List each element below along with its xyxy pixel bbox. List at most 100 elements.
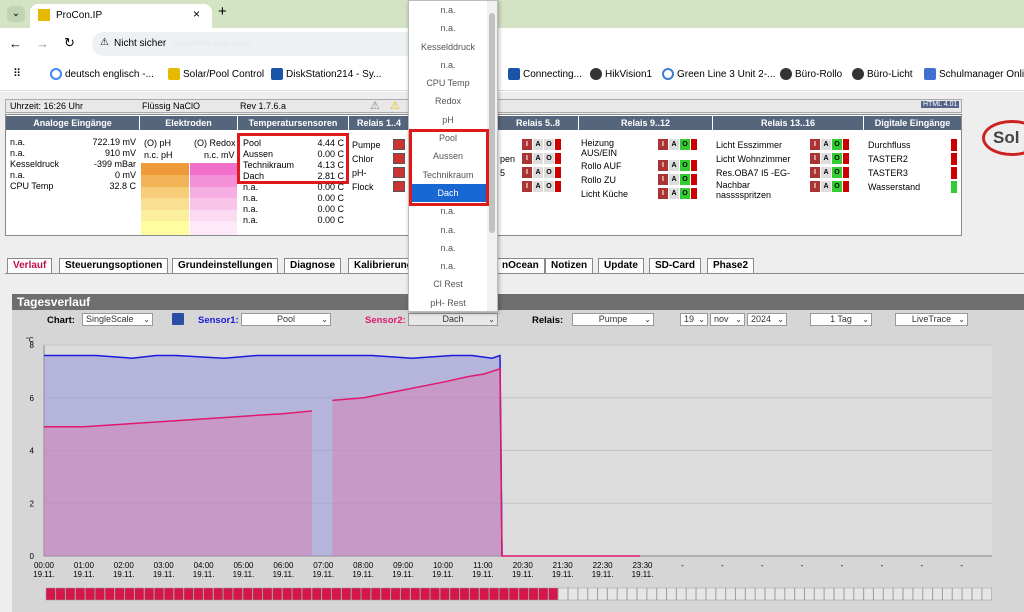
digital-led — [951, 153, 957, 165]
dropdown-option[interactable]: n.a. — [409, 257, 487, 275]
mode-select[interactable]: LiveTrace ⌄ — [895, 313, 968, 326]
relais-switch[interactable]: IAO — [522, 181, 566, 192]
dropdown-option[interactable]: Kesselddruck — [409, 38, 487, 56]
x-tick-label: - — [881, 561, 884, 570]
dropdown-option[interactable]: n.a. — [409, 221, 487, 239]
relais-switch[interactable]: IAO — [810, 139, 854, 150]
tab-sd-card[interactable]: SD-Card — [649, 258, 702, 274]
dropdown-option[interactable]: Cl Rest — [409, 275, 487, 293]
bookmark-5[interactable]: Green Line 3 Unit 2-... — [662, 68, 775, 80]
dropdown-option[interactable]: n.a. — [409, 56, 487, 74]
dropdown-option[interactable]: pH — [409, 111, 487, 129]
relais-switch[interactable]: IAO — [810, 167, 854, 178]
relais-switch[interactable]: IAO — [522, 153, 566, 164]
relais9-header: Relais 9..12 — [579, 116, 712, 130]
bookmark-3[interactable]: Connecting... — [508, 68, 582, 80]
relais-timeline-cell — [755, 587, 766, 601]
x-tick-label: 07:00 — [313, 561, 334, 570]
y-axis-label: °C — [26, 336, 34, 344]
bookmark-8[interactable]: Schulmanager Online — [924, 68, 1024, 80]
tab-notizen[interactable]: Notizen — [545, 258, 594, 274]
tab-phase2[interactable]: Phase2 — [707, 258, 755, 274]
day-select[interactable]: 19 ⌄ — [680, 313, 708, 326]
tab-grundeinstellungen[interactable]: Grundeinstellungen — [172, 258, 279, 274]
dropdown-option[interactable]: n.a. — [409, 1, 487, 19]
bookmark-0[interactable]: deutsch englisch -... — [50, 68, 154, 80]
x-tick-label: 08:00 — [353, 561, 374, 570]
temp-row: n.a. 0.00 C — [243, 215, 344, 225]
relais-switch[interactable]: IAO — [658, 174, 702, 185]
relais-timeline-cell — [282, 587, 293, 601]
relais-timeline-cell — [883, 587, 894, 601]
relais-switch[interactable]: IAO — [522, 139, 566, 150]
bookmark-7[interactable]: Büro-Licht — [852, 68, 913, 80]
tab-enocean[interactable]: nOcean — [496, 258, 545, 274]
relais-switch[interactable] — [393, 139, 405, 150]
relais-switch[interactable]: IAO — [658, 160, 702, 171]
relais-timeline-cell — [370, 587, 381, 601]
analog-row: n.a. 0 mV — [10, 170, 136, 180]
relais-timeline-cell — [597, 587, 608, 601]
bookmark-4[interactable]: HikVision1 — [590, 68, 652, 80]
dropdown-option[interactable]: n.a. — [409, 239, 487, 257]
x-tick-date: 19.11. — [273, 570, 295, 579]
globe-icon — [852, 68, 864, 80]
forward-icon[interactable]: → — [36, 36, 49, 51]
dropdown-option[interactable]: pH- Rest — [409, 294, 487, 312]
dsm-icon — [508, 68, 520, 80]
relais-timeline-cell — [538, 587, 549, 601]
chart-select[interactable]: SingleScale ⌄ — [82, 313, 153, 326]
relais-switch[interactable] — [393, 153, 405, 164]
relais-timeline-cell — [75, 587, 86, 601]
sensor-dropdown-list[interactable]: n.a. n.a. Kesselddruck n.a. CPU Temp Red… — [408, 0, 498, 312]
relais-switch[interactable]: IAO — [522, 167, 566, 178]
tab-steuerungsoptionen[interactable]: Steuerungsoptionen — [59, 258, 169, 274]
relais-select[interactable]: Pumpe ⌄ — [572, 313, 654, 326]
back-icon[interactable]: ← — [9, 36, 22, 51]
relais-timeline-cell — [420, 587, 430, 601]
relais1-label: Flock — [352, 182, 374, 192]
sensor1-select[interactable]: Pool ⌄ — [241, 313, 331, 326]
temp-row: n.a. 0.00 C — [243, 193, 344, 203]
browser-tab-active[interactable]: ProCon.IP × — [30, 4, 212, 28]
url-text: ··········· ····· ····· — [174, 38, 250, 49]
relais-switch[interactable] — [393, 181, 405, 192]
x-tick-label: - — [681, 561, 684, 570]
address-bar[interactable]: ⚠ Nicht sicher ··········· ····· ····· — [92, 32, 422, 56]
tab-diagnose[interactable]: Diagnose — [284, 258, 342, 274]
relais-switch[interactable]: IAO — [810, 153, 854, 164]
digital-led — [951, 139, 957, 151]
relais1-label: pH- — [352, 168, 367, 178]
save-icon[interactable] — [172, 313, 184, 325]
dropdown-option[interactable]: CPU Temp — [409, 74, 487, 92]
relais-timeline-cell — [972, 587, 982, 601]
range-select[interactable]: 1 Tag ⌄ — [810, 313, 872, 326]
relais-switch[interactable]: IAO — [658, 188, 702, 199]
analog-row: n.a. 910 mV — [10, 148, 136, 158]
relais-switch[interactable] — [393, 167, 405, 178]
x-tick-label: - — [801, 561, 804, 570]
warning-icon: ⚠ — [370, 100, 380, 112]
tab-search-button[interactable]: ⌄ — [7, 6, 25, 22]
bookmark-6[interactable]: Büro-Rollo — [780, 68, 842, 80]
y-tick-label: 2 — [30, 499, 35, 508]
browser-toolbar: ← → ↻ ⚠ Nicht sicher ··········· ····· ·… — [0, 28, 1024, 61]
dropdown-option[interactable]: Redox — [409, 92, 487, 110]
relais-switch[interactable]: IAO — [658, 139, 702, 150]
tab-verlauf[interactable]: Verlauf — [7, 258, 53, 274]
tab-update[interactable]: Update — [598, 258, 644, 274]
tab-close-icon[interactable]: × — [193, 7, 200, 21]
new-tab-icon[interactable]: + — [218, 3, 227, 20]
dropdown-option[interactable]: n.a. — [409, 19, 487, 37]
month-select[interactable]: nov ⌄ — [710, 313, 745, 326]
bookmark-2[interactable]: DiskStation214 - Sy... — [271, 68, 381, 80]
apps-icon[interactable]: ⠿ — [13, 67, 21, 80]
bookmark-1[interactable]: Solar/Pool Control — [168, 68, 264, 80]
sensor2-select[interactable]: Dach ⌄ — [408, 313, 498, 326]
procon-favicon — [38, 9, 50, 21]
relais-switch[interactable]: IAO — [810, 181, 854, 192]
relais-timeline-cell — [932, 587, 943, 601]
year-select[interactable]: 2024 ⌄ — [747, 313, 787, 326]
relais13-label: Nachbar nasssspritzen — [716, 180, 772, 200]
reload-icon[interactable]: ↻ — [64, 35, 75, 51]
